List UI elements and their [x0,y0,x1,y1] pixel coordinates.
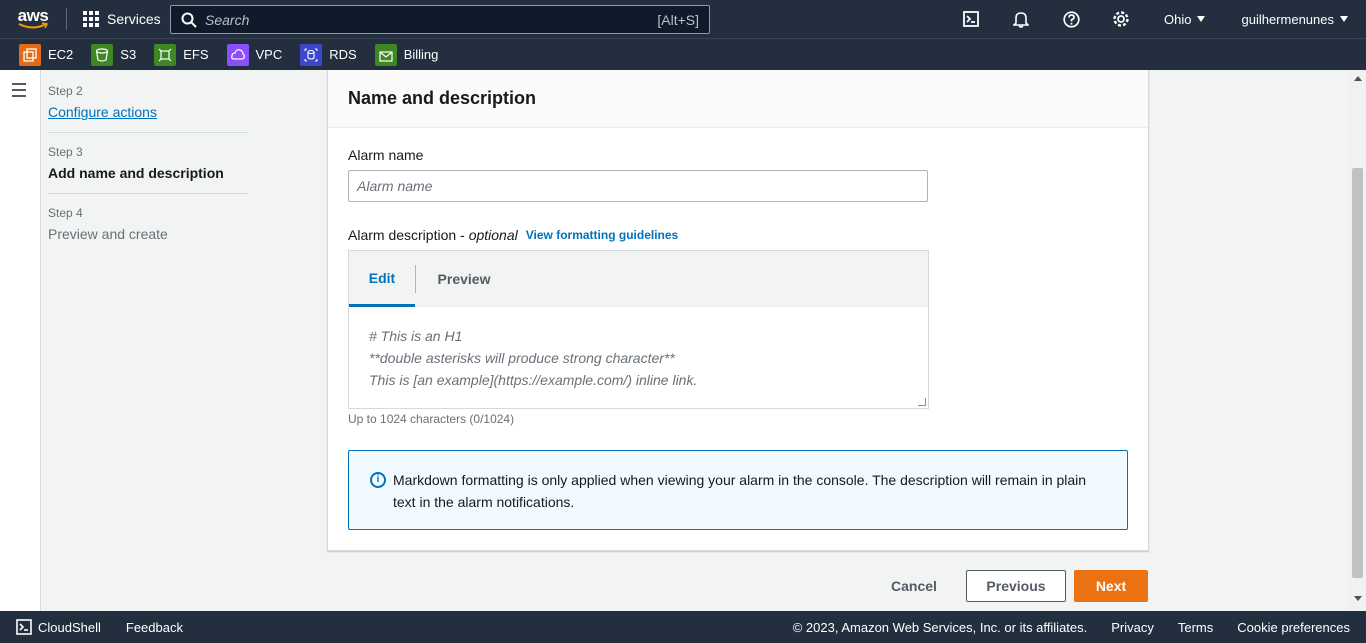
search-icon [181,12,197,28]
step-number: Step 4 [48,206,83,220]
step-disabled-label: Preview and create [48,226,168,242]
efs-icon [154,43,177,66]
markdown-editor: Edit Preview # This is an H1 **double as… [348,250,929,409]
cloudshell-button[interactable]: CloudShell [16,619,101,635]
copyright-text: © 2023, Amazon Web Services, Inc. or its… [792,619,1088,635]
privacy-link[interactable]: Privacy [1111,620,1154,635]
favorites-bar: EC2 S3 EFS VPC RDS Billing [0,38,1366,70]
ec2-icon [19,43,41,66]
side-navigation-rail [0,70,41,611]
terms-link[interactable]: Terms [1178,620,1213,635]
s3-bucket-icon [91,43,114,66]
favorite-label: EC2 [48,47,74,62]
panel-header: Name and description [328,70,1148,128]
alarm-name-placeholder: Alarm name [357,178,433,194]
step-current-label: Add name and description [48,165,224,181]
placeholder-line: # This is an H1 [369,328,463,344]
top-navigation: aws Services Search [Alt+S] Ohio guilher… [0,0,1366,38]
settings-gear-icon[interactable] [1096,0,1146,38]
next-button[interactable]: Next [1074,570,1148,602]
panel-title: Name and description [348,88,537,108]
username-label: guilhermenunes [1241,11,1334,27]
scrollbar-thumb[interactable] [1352,168,1363,578]
formatting-guidelines-link[interactable]: View formatting guidelines [526,228,678,242]
help-icon[interactable] [1046,0,1096,38]
grid-icon [83,11,99,27]
services-menu-button[interactable]: Services [67,0,177,38]
vpc-cloud-icon [226,43,249,66]
cookie-preferences-link[interactable]: Cookie preferences [1237,620,1350,635]
cloudshell-label: CloudShell [38,619,101,635]
resize-handle[interactable] [918,398,926,406]
favorite-billing[interactable]: Billing [374,43,439,66]
step-preview: Step 4 Preview and create [48,206,248,254]
editor-tabs: Edit Preview [349,251,928,307]
vertical-scrollbar[interactable] [1349,70,1366,611]
favorite-label: RDS [329,47,357,62]
scroll-down-arrow-icon[interactable] [1354,596,1362,601]
character-count-hint: Up to 1024 characters (0/1024) [348,412,515,426]
info-icon: i [370,472,386,488]
alarm-name-label: Alarm name [348,147,424,163]
favorite-s3[interactable]: S3 [91,43,137,66]
alarm-description-textarea[interactable]: # This is an H1 **double asterisks will … [349,307,928,409]
account-menu[interactable]: guilhermenunes [1223,0,1366,38]
step-link-configure-actions[interactable]: Configure actions [48,104,248,120]
scroll-up-arrow-icon[interactable] [1354,76,1362,81]
favorite-label: EFS [183,47,209,62]
favorite-label: VPC [255,47,283,62]
favorite-vpc[interactable]: VPC [226,43,283,66]
placeholder-line: **double asterisks will produce strong c… [369,350,675,366]
favorite-ec2[interactable]: EC2 [19,43,74,66]
search-placeholder: Search [205,11,250,28]
region-label: Ohio [1164,11,1192,27]
caret-down-icon [1340,16,1348,22]
console-footer: CloudShell Feedback © 2023, Amazon Web S… [0,611,1366,643]
aws-logo[interactable]: aws [0,0,66,38]
cancel-button[interactable]: Cancel [880,570,948,602]
tab-preview[interactable]: Preview [416,251,512,307]
billing-icon [374,43,397,66]
cloudshell-icon [16,619,32,635]
favorite-rds[interactable]: RDS [300,43,357,66]
name-description-panel: Name and description Alarm name Alarm na… [327,70,1149,551]
notifications-bell-icon[interactable] [996,0,1046,38]
step-number: Step 3 [48,145,83,159]
rds-database-icon [300,43,323,66]
wizard-steps: Step 2 Configure actions Step 3 Add name… [48,70,248,266]
desc-label-text: Alarm description - [348,227,465,243]
caret-down-icon [1197,16,1206,22]
info-alert-text: Markdown formatting is only applied when… [393,472,1087,510]
alarm-description-label: Alarm description - optional View format… [348,227,678,243]
cloudshell-icon[interactable] [946,0,996,38]
hamburger-menu-icon[interactable] [12,83,26,101]
search-input[interactable]: Search [Alt+S] [170,5,710,34]
previous-button[interactable]: Previous [966,570,1066,602]
tab-edit[interactable]: Edit [349,251,415,307]
step-configure-actions: Step 2 Configure actions [48,70,248,133]
optional-label: optional [468,227,518,243]
favorite-efs[interactable]: EFS [154,43,209,66]
feedback-link[interactable]: Feedback [126,620,183,635]
placeholder-line: This is [an example](https://example.com… [369,372,698,388]
favorite-label: S3 [120,47,137,62]
info-alert: i Markdown formatting is only applied wh… [348,450,1128,530]
step-number: Step 2 [48,84,83,98]
step-add-name: Step 3 Add name and description [48,145,248,194]
alarm-name-input[interactable]: Alarm name [348,170,928,202]
region-selector[interactable]: Ohio [1146,0,1223,38]
favorite-label: Billing [403,47,439,62]
search-shortcut: [Alt+S] [657,11,699,28]
services-label: Services [107,11,161,27]
